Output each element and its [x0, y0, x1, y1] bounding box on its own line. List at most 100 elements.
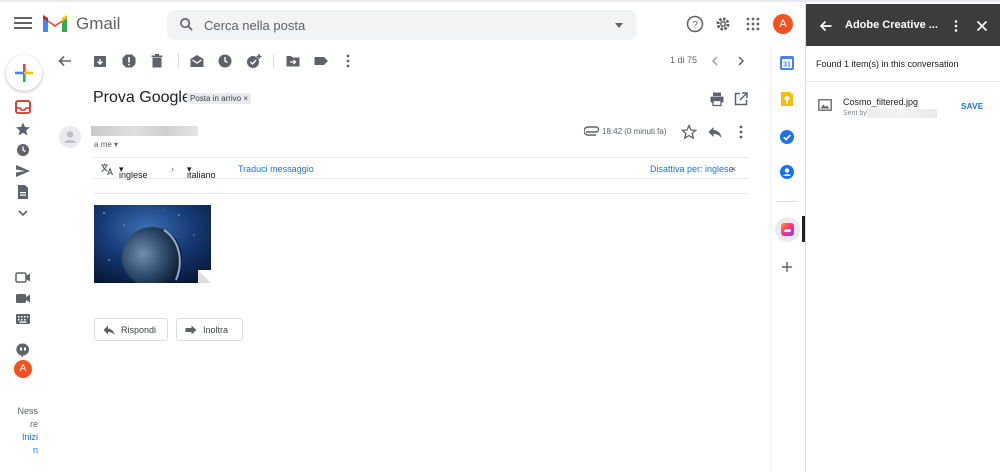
back-arrow-icon[interactable]: [57, 53, 73, 69]
video-icon[interactable]: [15, 291, 31, 305]
creative-cloud-icon: [781, 223, 794, 236]
keyboard-icon[interactable]: [15, 312, 31, 326]
image-attachment-thumbnail[interactable]: [94, 205, 211, 283]
page-counter: 1 di 75: [670, 55, 698, 65]
inbox-icon[interactable]: [15, 100, 31, 114]
panel-header: Adobe Creative ...: [806, 4, 1000, 46]
more-vert-icon[interactable]: [340, 53, 356, 69]
message-time: 18:42 (0 minuti fa): [602, 127, 667, 136]
hangouts-icon[interactable]: [15, 343, 31, 357]
search-input[interactable]: Cerca nella posta: [204, 18, 305, 33]
print-icon[interactable]: [709, 91, 725, 107]
message-subject: Prova Google: [93, 89, 191, 106]
forward-small-icon: [185, 325, 197, 335]
image-file-icon: [818, 99, 832, 111]
meet-new-icon[interactable]: [15, 270, 31, 284]
panel-back-icon[interactable]: [819, 19, 833, 33]
star-outline-icon[interactable]: [681, 124, 697, 140]
search-icon[interactable]: [179, 17, 194, 32]
keep-icon[interactable]: [779, 91, 795, 107]
message-divider: [93, 193, 748, 194]
hangouts-start-link[interactable]: Inizi: [0, 431, 38, 443]
panel-divider: [806, 81, 1000, 82]
close-translation-icon[interactable]: ×: [731, 164, 736, 174]
save-button[interactable]: SAVE: [961, 102, 983, 111]
help-icon[interactable]: ?: [686, 15, 704, 33]
person-icon: [64, 131, 76, 143]
translation-bar: inglese ▾ › italiano ▾ Traduci messaggio…: [93, 157, 748, 180]
translate-icon: [101, 163, 114, 176]
search-options-icon[interactable]: [615, 23, 623, 28]
svg-text:?: ?: [692, 20, 698, 31]
recipient-text: a me: [94, 140, 112, 149]
recipient-toggle[interactable]: a me ▾: [94, 140, 118, 149]
clock-icon[interactable]: [15, 143, 31, 157]
forward-button[interactable]: Inoltra: [176, 318, 243, 341]
snooze-icon[interactable]: [217, 53, 233, 69]
add-icon[interactable]: [779, 259, 795, 275]
panel-more-icon[interactable]: [949, 19, 963, 33]
message-more-icon[interactable]: [733, 124, 749, 140]
send-icon[interactable]: [15, 164, 31, 178]
star-icon[interactable]: [15, 122, 31, 136]
toolbar-separator: [273, 54, 274, 68]
found-items-text: Found 1 item(s) in this conversation: [816, 59, 959, 69]
calendar-icon[interactable]: 31: [779, 55, 795, 71]
creative-cloud-addon-button[interactable]: [775, 217, 800, 242]
archive-icon[interactable]: [92, 53, 108, 69]
hangouts-status-text: Ness: [17, 406, 38, 416]
open-new-window-icon[interactable]: [733, 91, 749, 107]
delete-icon[interactable]: [149, 53, 165, 69]
panel-close-icon[interactable]: [975, 19, 989, 33]
target-language-select[interactable]: italiano ▾: [187, 164, 216, 180]
main-menu-icon[interactable]: [14, 14, 32, 32]
app-name: Gmail: [76, 14, 121, 33]
translate-message-link[interactable]: Traduci messaggio: [238, 164, 314, 174]
account-avatar[interactable]: A: [773, 14, 793, 34]
addon-side-panel: Adobe Creative ... Found 1 item(s) in th…: [805, 2, 1000, 472]
older-chevron-icon[interactable]: [733, 53, 749, 69]
reply-button-label: Rispondi: [121, 325, 157, 335]
hangouts-status-text-2: re: [29, 419, 38, 429]
gear-icon[interactable]: [714, 15, 732, 33]
attachment-file-name: Cosmo_filtered.jpg: [843, 97, 919, 107]
contacts-icon[interactable]: [779, 164, 795, 180]
hangouts-start-link-2[interactable]: n: [0, 444, 38, 456]
apps-grid-icon[interactable]: [744, 15, 762, 33]
source-language: inglese: [119, 170, 148, 180]
compose-button[interactable]: [6, 55, 42, 91]
panel-title: Adobe Creative ...: [845, 19, 938, 31]
file-icon[interactable]: [15, 185, 31, 199]
label-icon[interactable]: [313, 53, 329, 69]
add-task-icon[interactable]: [246, 53, 262, 69]
chevron-right-icon: ›: [171, 164, 174, 174]
hangouts-avatar[interactable]: A: [14, 360, 32, 378]
sender-avatar: [59, 126, 81, 148]
sender-name-redacted: [91, 126, 198, 136]
addon-rail-border: [770, 46, 771, 472]
gmail-header: Gmail Cerca nella posta ? A: [0, 2, 805, 46]
reply-icon[interactable]: [707, 124, 723, 140]
sender-redacted: [867, 109, 937, 118]
target-language: italiano: [187, 170, 216, 180]
newer-chevron-icon[interactable]: [707, 53, 723, 69]
search-bar[interactable]: Cerca nella posta: [167, 10, 637, 40]
gmail-logo-icon[interactable]: [42, 13, 68, 33]
chevron-down-icon[interactable]: [15, 206, 31, 220]
reply-button[interactable]: Rispondi: [94, 318, 168, 341]
sent-by-label: Sent by: [843, 110, 867, 117]
addon-separator: [777, 201, 797, 202]
toolbar-separator: [178, 54, 179, 68]
svg-text:31: 31: [783, 62, 791, 69]
tasks-icon[interactable]: [779, 129, 795, 145]
report-spam-icon[interactable]: [121, 53, 137, 69]
planet-image: [94, 205, 211, 283]
move-to-icon[interactable]: [285, 53, 301, 69]
attachment-icon: [584, 126, 600, 136]
reply-small-icon: [103, 325, 115, 335]
source-language-select[interactable]: inglese ▾: [119, 164, 148, 180]
inbox-label-chip[interactable]: Posta in arrivo ×: [187, 93, 252, 104]
disable-translation-link[interactable]: Disattiva per: inglese: [650, 164, 734, 174]
mark-unread-icon[interactable]: [189, 53, 205, 69]
forward-button-label: Inoltra: [203, 325, 229, 335]
